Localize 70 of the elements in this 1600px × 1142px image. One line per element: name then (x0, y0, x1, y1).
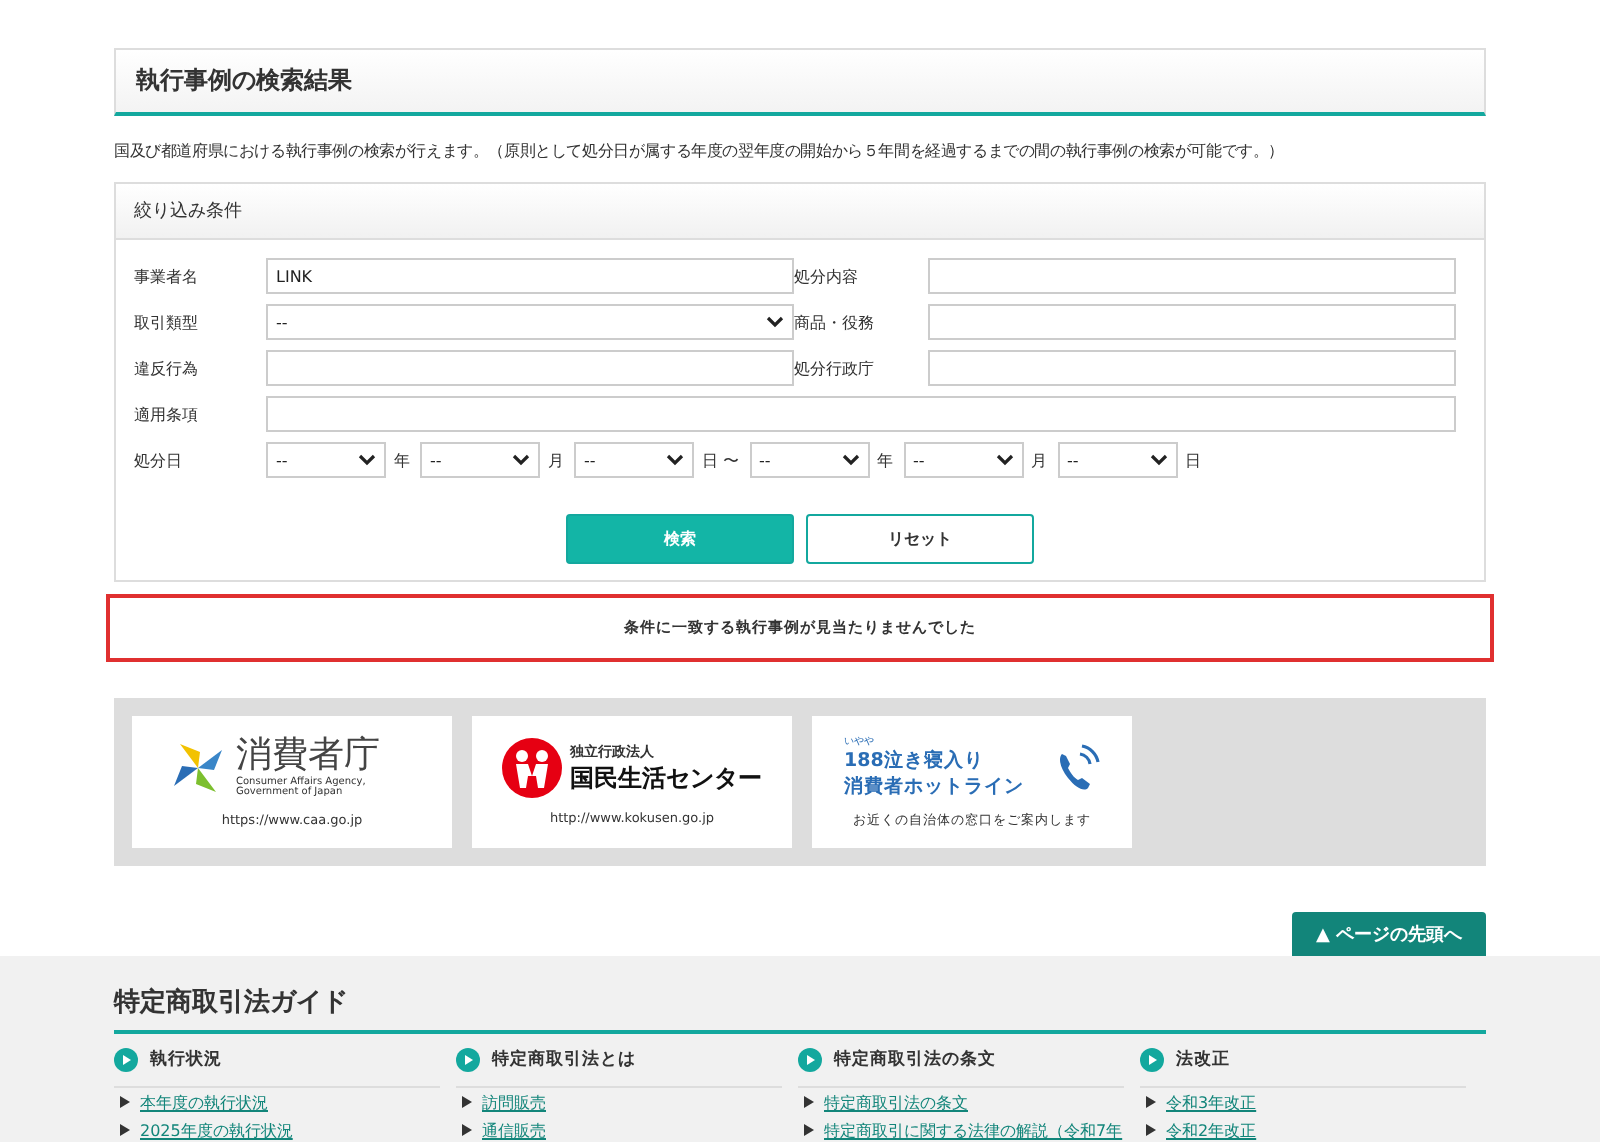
play-circle-icon (114, 1048, 138, 1072)
dropdown[interactable]: -- (574, 442, 694, 478)
dropdown[interactable]: -- (903, 442, 1024, 478)
filter-title: 絞り込み条件 (134, 199, 242, 224)
page-top-button[interactable]: ▲ ページの先頭へ (1291, 912, 1486, 956)
guide-link[interactable]: 特定商取引法の条文 (824, 1091, 968, 1113)
input-field[interactable] (928, 304, 1456, 340)
logo-text: 国民生活センター (570, 761, 762, 795)
input-field[interactable] (928, 350, 1456, 386)
date-unit-label: 日 〜 (702, 449, 740, 471)
bullet-icon (804, 1096, 814, 1108)
section-title: 執行事例の検索結果 (136, 64, 352, 98)
dropdown[interactable]: -- (420, 442, 540, 478)
guide-title: 特定商取引法ガイド (114, 956, 1486, 1034)
chevron-icon (666, 454, 684, 466)
logo-text: 消費者ホットライン (844, 774, 1024, 800)
guide-link[interactable]: 本年度の執行状況 (140, 1091, 268, 1113)
guide-heading: 特定商取引法の条文 (834, 1048, 996, 1072)
logo-text: 188泣き寝入り (844, 748, 986, 774)
input-field[interactable] (266, 396, 1456, 432)
bullet-icon (120, 1124, 130, 1136)
guide-link[interactable]: 令和3年改正 (1166, 1091, 1257, 1113)
field-label: 処分行政庁 (794, 357, 876, 379)
guide-link[interactable]: 2025年度の執行状況 (140, 1119, 293, 1141)
play-circle-icon (798, 1048, 822, 1072)
field-label: 取引類型 (134, 311, 200, 333)
bullet-icon (462, 1096, 472, 1108)
date-unit-label: 月 (548, 449, 564, 471)
field-label: 処分日 (134, 449, 184, 471)
chevron-icon (512, 454, 530, 466)
guide-heading: 特定商取引法とは (492, 1048, 636, 1072)
people-logo-icon (502, 738, 562, 798)
guide-link[interactable]: 訪問販売 (482, 1091, 546, 1113)
dropdown[interactable]: -- (749, 442, 870, 478)
dropdown[interactable]: -- (266, 442, 386, 478)
date-unit-label: 年 (877, 449, 894, 471)
date-unit-label: 月 (1031, 449, 1048, 471)
input-field[interactable] (266, 350, 794, 386)
guide-link[interactable]: 特定商取引に関する法律の解説（令和7年 (824, 1119, 1123, 1141)
field-label: 商品・役務 (794, 311, 876, 333)
dropdown[interactable]: -- (266, 304, 794, 340)
play-circle-icon (1140, 1048, 1164, 1072)
logo-text: 消費者庁 (236, 737, 382, 773)
bullet-icon (804, 1124, 814, 1136)
guide-heading: 執行状況 (150, 1048, 222, 1072)
chevron-icon (1149, 454, 1168, 466)
field-label: 違反行為 (134, 357, 200, 379)
field-label: 適用条項 (134, 403, 200, 425)
pinwheel-icon (168, 738, 228, 798)
input-field[interactable] (928, 258, 1456, 294)
guide-link[interactable]: 通信販売 (482, 1119, 546, 1141)
guide-link[interactable]: 令和2年改正 (1166, 1119, 1257, 1141)
chevron-icon (358, 454, 376, 466)
field-label: 処分内容 (794, 265, 860, 287)
bullet-icon (462, 1124, 472, 1136)
field-label: 事業者名 (134, 265, 200, 287)
chevron-icon (995, 454, 1014, 466)
play-circle-icon (456, 1048, 480, 1072)
dropdown[interactable]: -- (1057, 442, 1178, 478)
chevron-icon (766, 316, 784, 328)
bullet-icon (120, 1096, 130, 1108)
guide-heading: 法改正 (1176, 1048, 1230, 1072)
bullet-icon (1146, 1124, 1156, 1136)
description-text: 国及び都道府県における執行事例の検索が行えます。（原則として処分日が属する年度の翌年度の開始から５年間を経過するまでの間の執行事例の検索が可能です。） (114, 140, 1287, 162)
chevron-icon (841, 454, 860, 466)
bullet-icon (1146, 1096, 1156, 1108)
date-unit-label: 年 (394, 449, 410, 471)
reset-button[interactable]: リセット (806, 514, 1034, 564)
input-field[interactable]: LINK (266, 258, 794, 294)
date-unit-label: 日 (1185, 449, 1202, 471)
